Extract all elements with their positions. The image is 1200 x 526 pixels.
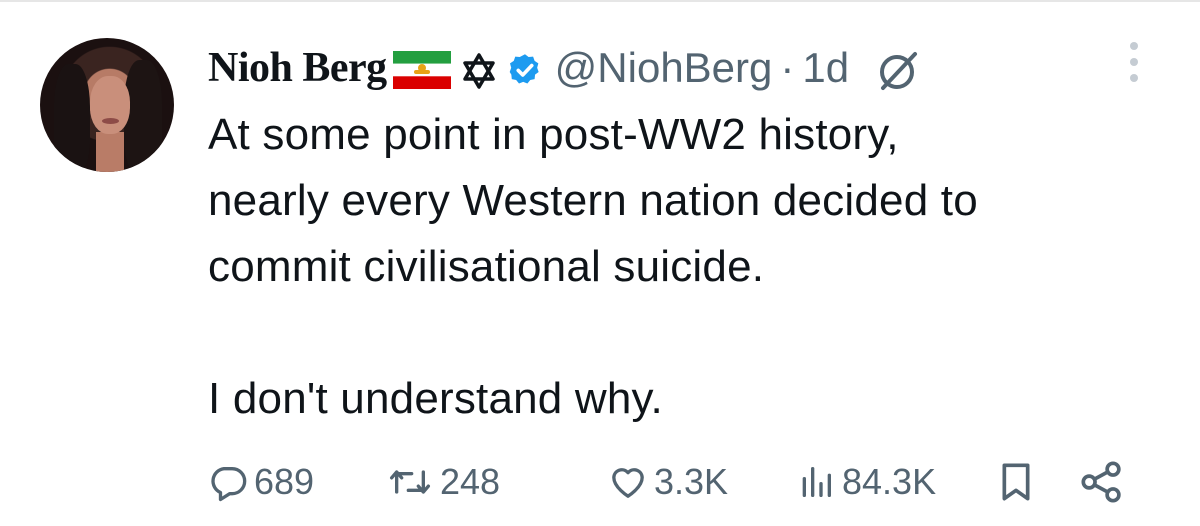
bookmark-icon [996, 460, 1036, 504]
like-button[interactable]: 3.3K [608, 452, 728, 512]
avatar[interactable] [40, 38, 174, 172]
author-handle[interactable]: @NiohBerg [555, 44, 773, 92]
reply-button[interactable]: 689 [208, 452, 314, 512]
reply-count: 689 [254, 461, 315, 502]
star-of-david-icon [459, 51, 499, 91]
tweet-text: At some point in post-WW2 history, nearl… [208, 110, 978, 423]
views-chart-icon [796, 462, 836, 502]
share-icon [1078, 460, 1126, 504]
bookmark-button[interactable] [996, 452, 1036, 512]
timestamp[interactable]: 1d [802, 44, 849, 92]
share-button[interactable] [1078, 452, 1126, 512]
author-name[interactable]: Nioh Berg [208, 44, 387, 92]
grok-icon[interactable] [875, 48, 921, 94]
tweet-actions: 689 248 3.3K 84.3K [208, 452, 1168, 512]
iran-lion-sun-flag-icon [392, 51, 451, 89]
like-count: 3.3K [654, 461, 729, 502]
heart-icon [608, 462, 648, 502]
more-options-icon[interactable] [1124, 42, 1144, 88]
top-divider [0, 0, 1200, 2]
repost-button[interactable]: 248 [386, 452, 500, 512]
views-count: 84.3K [842, 461, 937, 502]
repost-count: 248 [440, 461, 501, 502]
reply-icon [208, 462, 248, 502]
separator-dot: · [780, 44, 795, 91]
verified-badge-icon[interactable] [507, 52, 543, 88]
tweet-header: Nioh Berg @NiohBerg · 1d [208, 38, 921, 98]
repost-icon [386, 462, 434, 502]
views-button[interactable]: 84.3K [796, 452, 936, 512]
